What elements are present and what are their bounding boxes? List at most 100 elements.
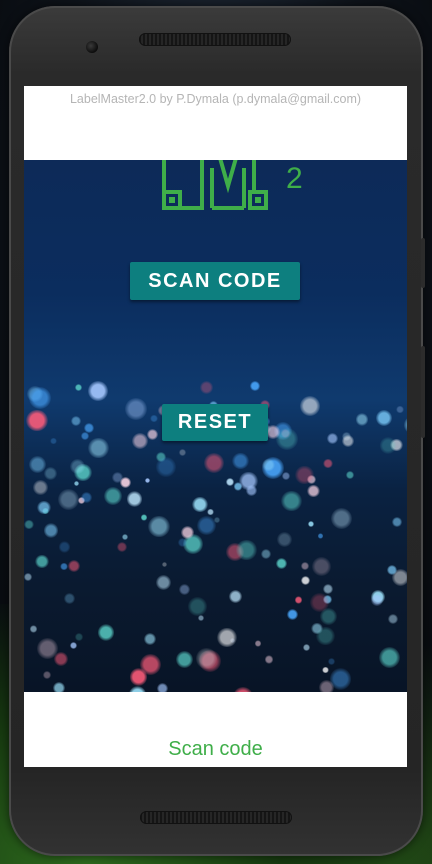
bokeh-light (122, 533, 129, 540)
bokeh-light (301, 562, 309, 570)
bokeh-light (379, 437, 397, 454)
bokeh-light (331, 507, 353, 529)
scan-code-link[interactable]: Scan code (24, 738, 407, 761)
bokeh-light (300, 396, 321, 417)
bokeh-light (35, 554, 49, 569)
bokeh-light (246, 485, 257, 497)
bokeh-light (50, 437, 57, 445)
bokeh-light (232, 686, 254, 692)
bokeh-light (83, 423, 94, 434)
bokeh-light (188, 597, 207, 616)
bokeh-light (264, 654, 274, 664)
bokeh-light (71, 416, 82, 427)
bokeh-light (326, 432, 339, 445)
bokeh-light (178, 583, 190, 595)
bokeh-light (378, 646, 401, 669)
bokeh-light (68, 559, 81, 572)
bokeh-light (116, 541, 128, 553)
scan-code-button[interactable]: SCAN CODE (130, 262, 300, 300)
bokeh-light (25, 409, 48, 432)
bokeh-light (207, 508, 214, 516)
bokeh-light (199, 381, 213, 395)
bokeh-light (24, 519, 34, 530)
app-header-credits: LabelMaster2.0 by P.Dymala (p.dymala@gma… (69, 92, 362, 106)
bokeh-light (236, 539, 257, 561)
bokeh-light (88, 437, 109, 459)
bokeh-light (277, 532, 293, 548)
bokeh-light (327, 657, 335, 665)
bokeh-light (24, 573, 33, 582)
bokeh-light (146, 429, 158, 441)
bokeh-light (156, 575, 172, 591)
labelmaster-logo-icon: 2 (162, 160, 303, 210)
bokeh-light (295, 465, 314, 485)
bokeh-light (36, 638, 58, 660)
bokeh-light (294, 596, 303, 604)
bokeh-light (143, 633, 156, 646)
bokeh-light (316, 626, 335, 646)
bokeh-light (303, 643, 311, 651)
bokeh-light (179, 449, 186, 456)
bokeh-light (60, 562, 69, 571)
bokeh-light (317, 532, 324, 539)
bokeh-light (131, 432, 148, 450)
app-screen: LabelMaster2.0 by P.Dymala (p.dymala@gma… (24, 86, 407, 767)
bokeh-light (214, 517, 220, 523)
bokeh-light (387, 614, 398, 625)
bokeh-light (129, 668, 147, 686)
bokeh-light (80, 491, 93, 504)
bokeh-light (88, 380, 108, 401)
bokeh-light (323, 459, 333, 469)
bokeh-light (52, 681, 66, 692)
bottom-speaker (140, 811, 292, 824)
bokeh-light (196, 647, 218, 669)
bokeh-light (300, 576, 310, 586)
front-camera (86, 41, 98, 53)
bokeh-light (75, 633, 83, 641)
bokeh-light (250, 381, 260, 391)
bokeh-light (37, 500, 52, 515)
bokeh-light (58, 541, 71, 553)
bokeh-light (319, 680, 335, 692)
bokeh-light (69, 458, 85, 474)
bokeh-light (126, 491, 143, 508)
bokeh-light (197, 614, 205, 622)
bokeh-light (128, 686, 147, 692)
bokeh-light (156, 682, 168, 692)
bokeh-light (140, 514, 148, 521)
bokeh-light (345, 470, 354, 479)
bokeh-light (282, 471, 291, 480)
bokeh-light (161, 561, 167, 567)
top-speaker (139, 33, 291, 46)
bokeh-light (125, 397, 148, 420)
bokeh-light (150, 414, 158, 423)
bokeh-light (44, 523, 59, 538)
bokeh-light (144, 477, 150, 483)
bokeh-light (355, 413, 369, 427)
bokeh-light (281, 490, 302, 511)
bokeh-light (175, 651, 194, 669)
bokeh-light (119, 476, 132, 489)
bokeh-light (29, 387, 52, 410)
bokeh-light (254, 640, 262, 647)
bokeh-light (43, 671, 52, 680)
bokeh-light (396, 405, 404, 414)
bokeh-light (370, 594, 383, 606)
bokeh-light (196, 516, 216, 536)
bokeh-light (403, 415, 407, 434)
bokeh-light (43, 466, 58, 481)
power-button (421, 238, 425, 288)
volume-button (421, 346, 425, 438)
bokeh-light (103, 487, 122, 505)
reset-button[interactable]: RESET (162, 404, 268, 441)
bokeh-light (98, 624, 115, 641)
bokeh-light (29, 625, 37, 633)
bokeh-light (58, 489, 80, 511)
bokeh-light (192, 496, 208, 513)
bokeh-light (341, 435, 354, 448)
bokeh-light (69, 641, 77, 650)
bokeh-light (229, 589, 243, 603)
bokeh-light (261, 548, 272, 559)
bokeh-light (322, 666, 330, 674)
bokeh-light (64, 593, 75, 604)
